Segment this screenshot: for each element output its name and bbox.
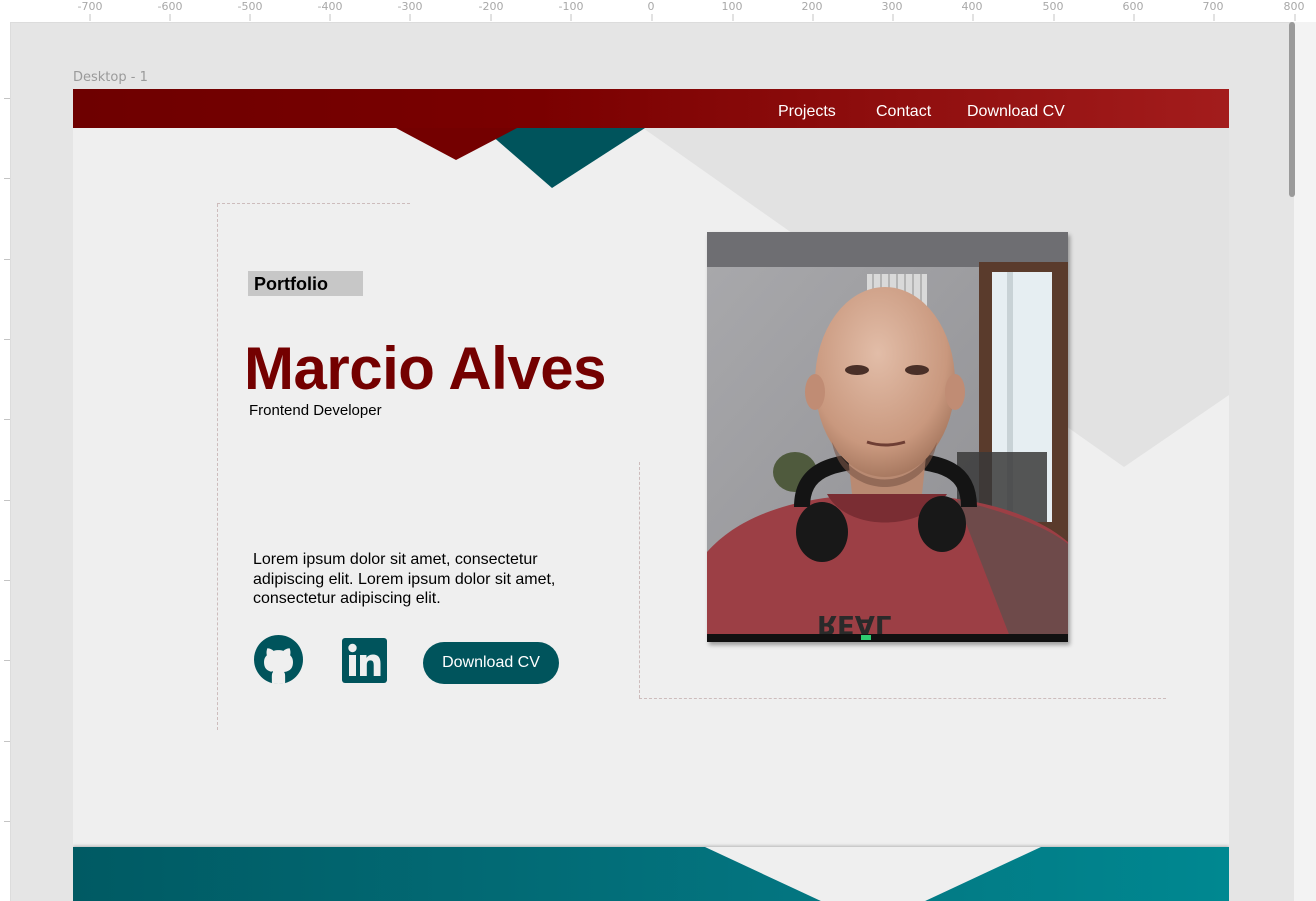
ruler-tick: 500 bbox=[1042, 0, 1064, 21]
horizontal-ruler: -700 -600 -500 -400 -300 -200 -100 0 100… bbox=[0, 0, 1316, 23]
ruler-tick: 400 bbox=[961, 0, 983, 21]
footer-band bbox=[73, 847, 1229, 901]
scrollbar-thumb[interactable] bbox=[1289, 22, 1295, 197]
frame-label[interactable]: Desktop - 1 bbox=[73, 70, 148, 85]
guide-line bbox=[639, 698, 1166, 699]
ruler-tick: 700 bbox=[1202, 0, 1224, 21]
nav-link-download-cv[interactable]: Download CV bbox=[967, 103, 1065, 121]
nav-bar: Projects Contact Download CV bbox=[73, 89, 1229, 128]
ruler-tick: 600 bbox=[1122, 0, 1144, 21]
ruler-tick: 100 bbox=[721, 0, 743, 21]
vertical-ruler bbox=[0, 22, 11, 901]
ruler-tick: 300 bbox=[881, 0, 903, 21]
ruler-tick: -700 bbox=[77, 0, 103, 21]
nav-link-projects[interactable]: Projects bbox=[778, 103, 836, 121]
hero-name: Marcio Alves bbox=[244, 335, 606, 402]
hero-role: Frontend Developer bbox=[249, 402, 382, 419]
ruler-tick: -500 bbox=[237, 0, 263, 21]
desktop-frame[interactable]: Projects Contact Download CV Portfolio M… bbox=[73, 89, 1229, 901]
ruler-tick: -400 bbox=[317, 0, 343, 21]
ruler-tick: -600 bbox=[157, 0, 183, 21]
github-icon[interactable] bbox=[254, 635, 303, 684]
guide-line bbox=[217, 204, 218, 730]
linkedin-icon[interactable] bbox=[342, 638, 387, 683]
download-cv-button[interactable]: Download CV bbox=[423, 642, 559, 684]
guide-line bbox=[639, 462, 640, 698]
profile-photo: REAL bbox=[707, 232, 1068, 642]
ruler-tick: -200 bbox=[478, 0, 504, 21]
portfolio-tag: Portfolio bbox=[248, 271, 363, 296]
ruler-tick: -300 bbox=[397, 0, 423, 21]
nav-link-contact[interactable]: Contact bbox=[876, 103, 931, 121]
ruler-tick: 800 bbox=[1283, 0, 1305, 21]
hero-description: Lorem ipsum dolor sit amet, consectetur … bbox=[253, 551, 556, 607]
vertical-scrollbar[interactable] bbox=[1288, 22, 1316, 901]
ruler-tick: 200 bbox=[801, 0, 823, 21]
guide-line bbox=[217, 203, 410, 204]
ruler-tick: -100 bbox=[558, 0, 584, 21]
ruler-tick: 0 bbox=[647, 0, 655, 21]
